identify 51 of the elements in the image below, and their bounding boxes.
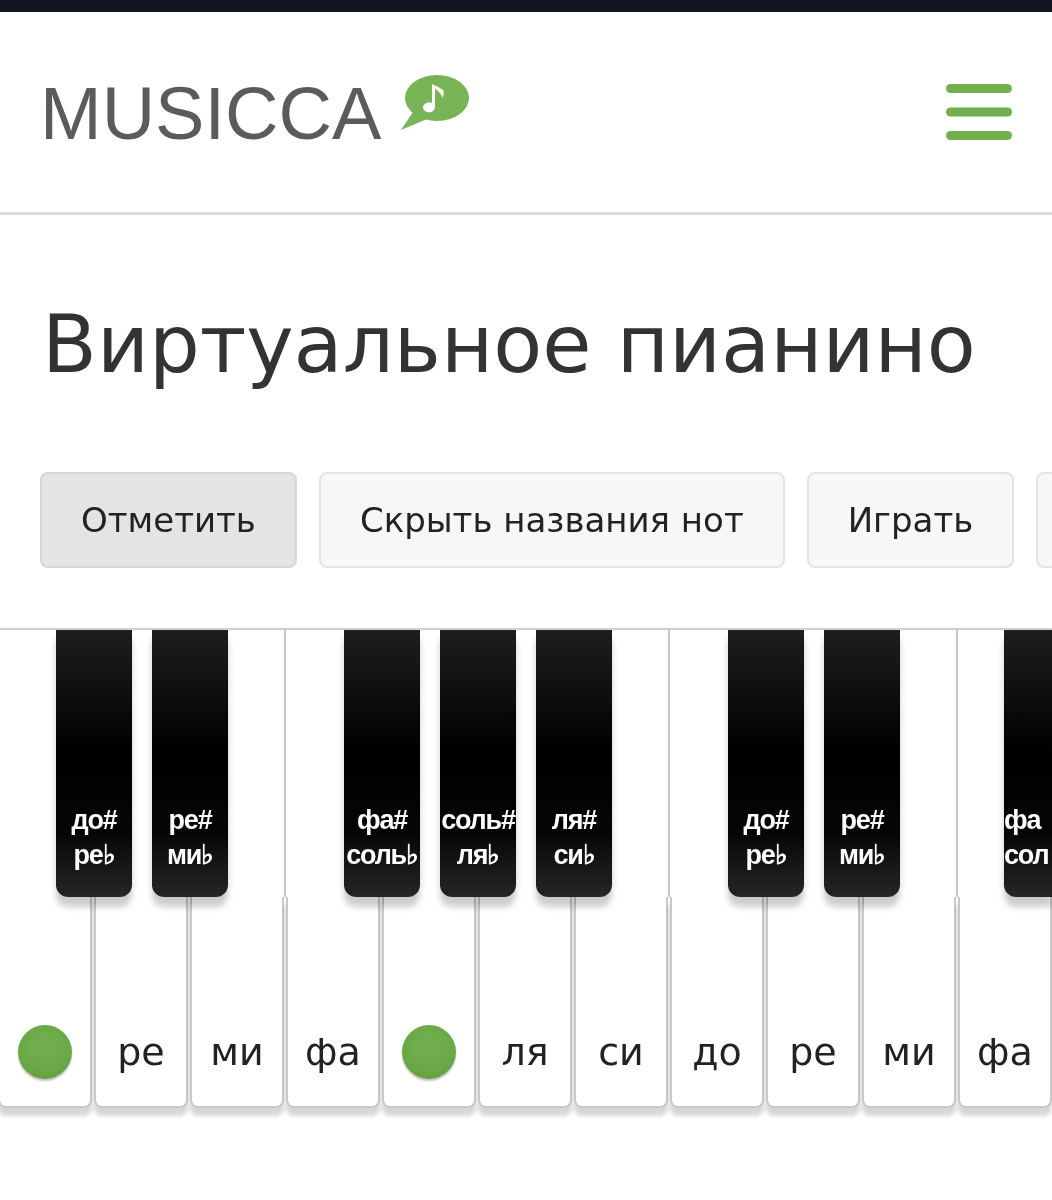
logo-text[interactable]: MUSICCA <box>40 76 382 152</box>
piano-key[interactable]: ми <box>190 897 284 1108</box>
key-label: си♭ <box>553 839 595 872</box>
key-label: ми <box>210 1029 264 1075</box>
toolbar-button[interactable]: Скрыть названия нот <box>318 472 785 568</box>
piano-key[interactable] <box>0 897 92 1108</box>
key-label: ре <box>117 1029 165 1075</box>
key-label: фа <box>1004 804 1041 837</box>
piano-key[interactable]: до <box>670 897 764 1108</box>
key-label: ля# <box>551 804 597 837</box>
key-label: ми♭ <box>839 839 885 872</box>
key-label: ре <box>789 1029 837 1075</box>
page-title: Виртуальное пианино <box>42 297 977 393</box>
piano-key[interactable]: фа <box>286 897 380 1108</box>
piano-key[interactable]: ре <box>94 897 188 1108</box>
accidental-key[interactable]: до# ре♭ <box>56 630 132 897</box>
key-label: сол <box>1004 839 1049 872</box>
accidental-key[interactable]: ре# ми♭ <box>824 630 900 897</box>
key-label: соль# <box>441 804 515 837</box>
menu-button[interactable] <box>946 84 1012 140</box>
key-label: ля♭ <box>456 839 500 872</box>
key-label: фа# <box>356 804 408 837</box>
key-label: фа <box>977 1029 1033 1075</box>
key-label: ре# <box>840 804 884 837</box>
piano-key[interactable]: ля <box>478 897 572 1108</box>
accidental-key[interactable]: ре# ми♭ <box>152 630 228 897</box>
piano-key[interactable]: си <box>574 897 668 1108</box>
key-label: ля <box>501 1029 549 1075</box>
toolbar-button[interactable]: Отметить <box>40 472 297 568</box>
key-label: до# <box>743 804 789 837</box>
piano-key[interactable]: фа <box>958 897 1052 1108</box>
key-label: ми♭ <box>167 839 213 872</box>
accidental-key[interactable]: ля# си♭ <box>536 630 612 897</box>
key-label: ми <box>882 1029 936 1075</box>
toolbar-button[interactable]: Играть <box>806 472 1015 568</box>
key-label: ре♭ <box>745 839 787 872</box>
piano-key[interactable]: ре <box>766 897 860 1108</box>
key-label: соль♭ <box>346 839 418 872</box>
piano-key[interactable]: ми <box>862 897 956 1108</box>
key-label: до# <box>71 804 117 837</box>
accidental-key[interactable]: соль# ля♭ <box>440 630 516 897</box>
accidental-key[interactable]: фа сол <box>1004 630 1052 897</box>
key-label: си <box>598 1029 644 1075</box>
key-label: ре♭ <box>73 839 115 872</box>
music-note-bubble-icon <box>399 74 470 131</box>
key-label: ре# <box>168 804 212 837</box>
accidental-key[interactable]: до# ре♭ <box>728 630 804 897</box>
piano-key[interactable] <box>382 897 476 1108</box>
accidental-key[interactable]: фа# соль♭ <box>344 630 420 897</box>
key-label: до <box>692 1029 742 1075</box>
key-label: фа <box>305 1029 361 1075</box>
